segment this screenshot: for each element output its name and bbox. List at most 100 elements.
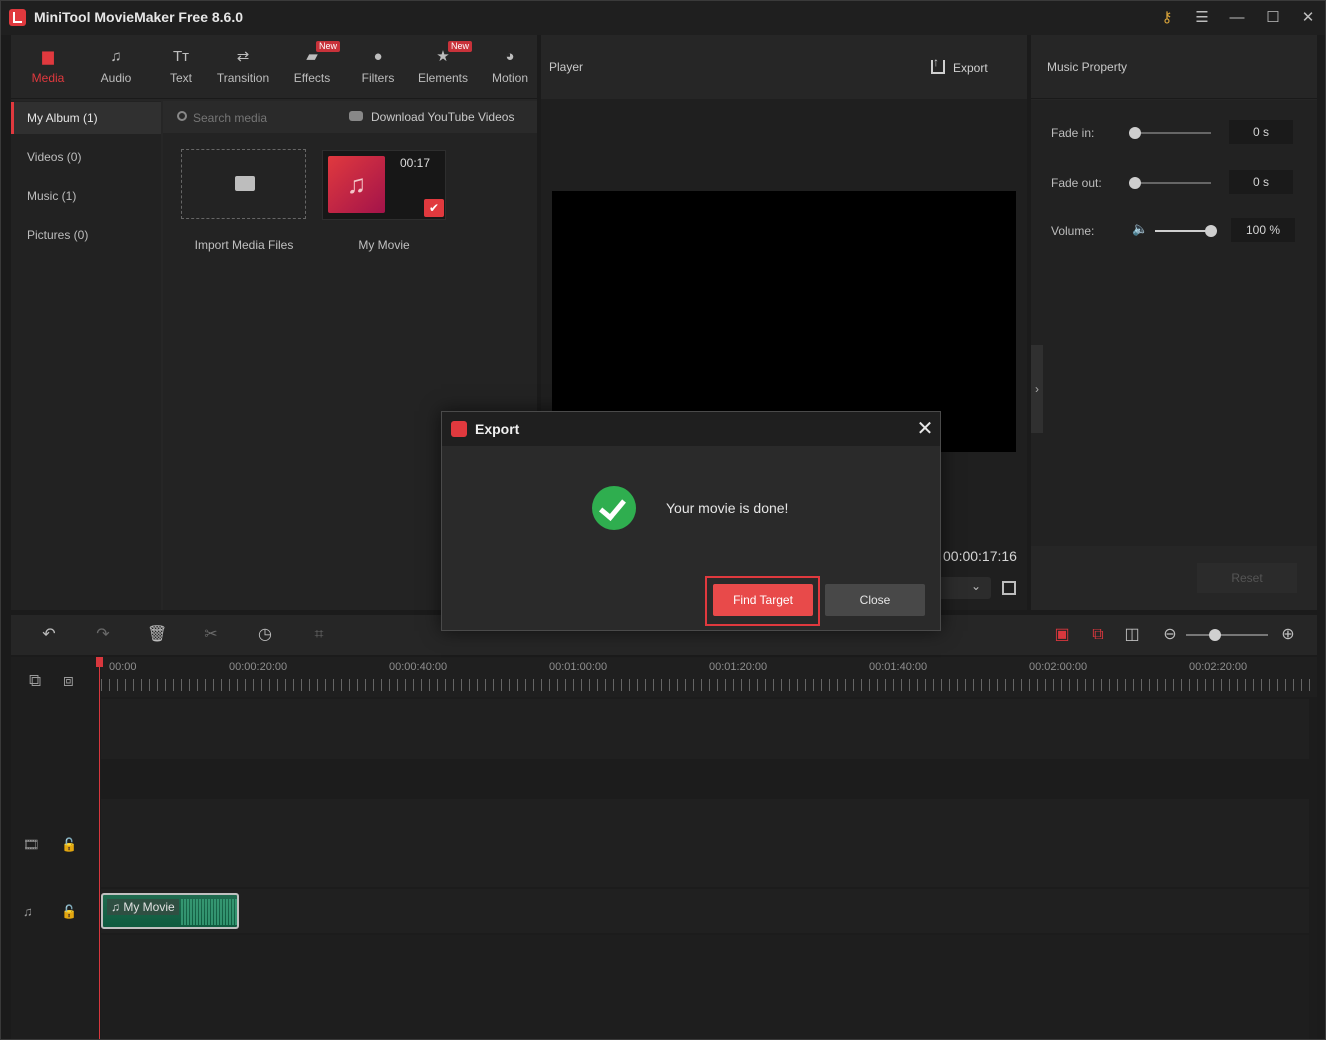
ruler-ticks [101,679,1317,691]
player-header: Player Export [541,35,1027,99]
tab-audio[interactable]: ♫ Audio [91,35,141,99]
export-dialog: Export ✕ Your movie is done! Find Target… [441,411,941,631]
filters-icon: ● [373,48,383,65]
tab-motion[interactable]: ◕ Motion [485,35,535,99]
media-duration: 00:17 [400,156,431,170]
fade-out-label: Fade out: [1051,176,1102,190]
find-target-button[interactable]: Find Target [713,584,813,616]
music-track-icon: ♫ [23,904,33,919]
dialog-title-bar: Export ✕ [442,412,940,446]
app-window: MiniTool MovieMaker Free 8.6.0 ⚷ ☰ — ☐ ✕… [0,0,1326,1040]
property-header: Music Property [1031,35,1317,99]
music-track-row[interactable] [101,889,1309,933]
fade-in-value[interactable]: 0 s [1229,120,1293,144]
slider-knob[interactable] [1129,177,1141,189]
slider-knob[interactable] [1129,127,1141,139]
album-item-videos[interactable]: Videos (0) [11,141,161,173]
tick-label: 00:01:20:00 [709,661,768,673]
search-row: Download YouTube Videos [163,101,537,133]
tick-label: 00:01:00:00 [549,661,608,673]
track-row[interactable] [101,699,1309,759]
import-media-button[interactable] [181,149,306,219]
fade-out-slider[interactable] [1129,177,1211,189]
zoom-slider[interactable] [1186,629,1268,641]
title-bar: MiniTool MovieMaker Free 8.6.0 ⚷ ☰ — ☐ ✕ [1,1,1325,35]
tick-label: 00:00:20:00 [229,661,288,673]
media-item-thumbnail[interactable]: ♫ 00:17 ✔ [322,150,446,220]
text-icon: Tт [172,48,190,65]
album-item-pictures[interactable]: Pictures (0) [11,219,161,251]
album-item-music[interactable]: Music (1) [11,180,161,212]
property-panel: Music Property Fade in: 0 s Fade out: 0 … [1031,35,1317,610]
close-window-button[interactable]: ✕ [1297,7,1319,29]
track-header-column: ⧉ ⧈ 🎞 🔓 ♫ 🔓 [11,657,99,1039]
media-item-label: My Movie [358,238,410,252]
volume-label: Volume: [1051,224,1095,238]
minimize-button[interactable]: — [1226,7,1248,29]
app-title: MiniTool MovieMaker Free 8.6.0 [34,9,244,25]
playhead[interactable] [99,657,100,1039]
speaker-icon[interactable]: 🔈 [1132,221,1148,237]
aspect-ratio-select[interactable]: ⌄ [933,577,991,599]
undo-icon[interactable]: ↶ [39,625,59,645]
zoom-in-icon[interactable]: ⊕ [1278,625,1298,645]
fade-out-value[interactable]: 0 s [1229,170,1293,194]
playhead-handle[interactable] [96,657,103,667]
zoom-slider-knob[interactable] [1208,629,1221,641]
tick-label: 00:01:40:00 [869,661,928,673]
album-list: My Album (1) Videos (0) Music (1) Pictur… [11,101,161,610]
waveform [181,899,237,925]
snap-icon[interactable]: ⧉ [1088,625,1108,645]
new-badge: New [316,41,341,52]
slider-knob[interactable] [1205,225,1217,237]
remove-track-icon[interactable]: ⧈ [63,671,74,691]
fade-in-label: Fade in: [1051,126,1095,140]
download-youtube-link[interactable]: Download YouTube Videos [371,110,514,124]
tab-transition[interactable]: ⇄ Transition [213,35,273,99]
video-track-icon: 🎞 [23,837,40,852]
redo-icon[interactable]: ↷ [93,625,113,645]
volume-slider[interactable] [1155,225,1217,237]
track-row[interactable] [101,935,1309,1039]
audio-mixer-icon[interactable]: ◫ [1122,625,1142,645]
fade-in-slider[interactable] [1129,127,1211,139]
music-note-icon: ♫ [346,169,367,199]
delete-icon[interactable]: 🗑 [147,625,167,645]
close-icon[interactable]: ✕ [914,418,936,440]
time-ruler[interactable]: 00:00 00:00:20:00 00:00:40:00 00:01:00:0… [101,657,1317,697]
export-button[interactable]: Export [931,51,988,79]
lock-icon[interactable]: 🔓 [61,904,77,920]
fullscreen-icon[interactable] [1002,581,1016,595]
checkmark-icon[interactable]: ✔ [424,199,444,217]
menu-icon[interactable]: ☰ [1191,7,1213,29]
video-track-row[interactable] [101,799,1309,887]
chevron-right-icon[interactable]: › [1031,345,1043,433]
reset-button[interactable]: Reset [1197,563,1297,593]
tab-media[interactable]: ▆ Media [23,35,73,99]
key-icon[interactable]: ⚷ [1156,7,1178,29]
audio-clip[interactable]: ♫ My Movie [101,893,239,929]
crop-icon[interactable]: ⌗ [309,625,329,645]
property-title: Music Property [1047,60,1128,74]
tick-label: 00:00 [109,661,137,673]
tab-text[interactable]: Tт Text [156,35,206,99]
import-media-label: Import Media Files [194,238,294,252]
close-button[interactable]: Close [825,584,925,616]
dialog-title: Export [475,421,520,437]
music-note-icon: ♫ [111,900,124,914]
tab-filters[interactable]: ● Filters [354,35,402,99]
fit-timeline-icon[interactable]: ▣ [1052,625,1072,645]
album-item-my-album[interactable]: My Album (1) [11,102,161,134]
lock-icon[interactable]: 🔓 [61,837,77,853]
volume-value[interactable]: 100 % [1231,218,1295,242]
app-logo-icon [9,9,26,26]
add-track-icon[interactable]: ⧉ [29,671,41,691]
split-icon[interactable]: ✂ [201,625,221,645]
dialog-message: Your movie is done! [666,500,789,516]
speed-icon[interactable]: ◷ [255,625,275,645]
maximize-button[interactable]: ☐ [1262,7,1284,29]
zoom-out-icon[interactable]: ⊖ [1160,625,1180,645]
player-time: 00:00:17:16 [943,548,1017,564]
search-input[interactable] [171,109,321,127]
property-body: Fade in: 0 s Fade out: 0 s Volume: 🔈 100… [1031,100,1317,546]
